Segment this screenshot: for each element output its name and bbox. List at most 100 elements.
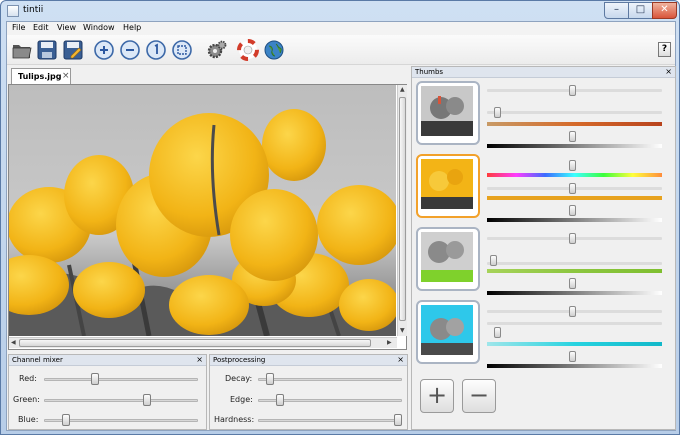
editor-area: Tulips.jpg × ▲ ▼ ◀ ▶: [7, 66, 408, 354]
hardness-slider-handle[interactable]: [394, 414, 402, 426]
hue-band-1: [487, 122, 662, 126]
zoom-fit-icon[interactable]: [171, 39, 193, 61]
vertical-scroll-thumb[interactable]: [399, 97, 406, 321]
open-icon[interactable]: [11, 39, 33, 61]
thumb-item-1[interactable]: [416, 81, 480, 145]
gain-band-2: [487, 218, 662, 222]
channel-mixer-close-icon[interactable]: ×: [196, 355, 203, 364]
minimize-button[interactable]: –: [604, 2, 629, 19]
whats-this-button[interactable]: ?: [658, 42, 671, 57]
hue-band-3: [487, 269, 662, 273]
hue-handle-3[interactable]: [569, 233, 577, 244]
thumbs-close-icon[interactable]: ×: [665, 67, 672, 76]
red-slider[interactable]: [44, 378, 198, 381]
range-slider-4[interactable]: [487, 322, 662, 325]
decay-slider[interactable]: [258, 378, 402, 381]
decay-slider-handle[interactable]: [266, 373, 275, 385]
scroll-down-icon[interactable]: ▼: [400, 327, 405, 334]
menu-edit[interactable]: Edit: [33, 23, 49, 32]
range-slider-3[interactable]: [487, 262, 662, 265]
zoom-in-icon[interactable]: [93, 39, 115, 61]
thumbs-panel: Thumbs × + −: [411, 66, 676, 430]
app-window: tintii – □ ✕ File Edit View Window Help: [0, 0, 680, 435]
hue-band-2: [487, 173, 662, 177]
green-label: Green:: [13, 395, 40, 404]
red-label: Red:: [19, 374, 37, 383]
save-icon[interactable]: [36, 39, 58, 61]
maximize-button[interactable]: □: [628, 2, 653, 19]
range-handle-4[interactable]: [493, 327, 501, 338]
gain-band-1: [487, 144, 662, 148]
horizontal-scroll-thumb[interactable]: [19, 339, 371, 347]
help-lifebuoy-icon[interactable]: [237, 39, 259, 61]
postprocessing-title: Postprocessing: [213, 356, 266, 364]
hue-handle-4[interactable]: [569, 306, 577, 317]
menu-file[interactable]: File: [12, 23, 25, 32]
postprocessing-close-icon[interactable]: ×: [397, 355, 404, 364]
blue-label: Blue:: [18, 415, 39, 424]
hue-handle-2[interactable]: [569, 160, 577, 171]
range-slider-1[interactable]: [487, 111, 662, 114]
thumbs-title: Thumbs: [415, 68, 444, 76]
range-handle-2[interactable]: [569, 183, 577, 194]
scroll-right-icon[interactable]: ▶: [387, 339, 392, 346]
gain-handle-3[interactable]: [569, 278, 577, 289]
decay-label: Decay:: [225, 374, 253, 383]
thumb-preview: [421, 86, 473, 136]
green-slider-handle[interactable]: [143, 394, 152, 406]
thumb-item-2[interactable]: [416, 154, 480, 218]
channel-mixer-panel: Channel mixer × Red: Green: Blue:: [8, 354, 207, 430]
tulips-image: [9, 85, 396, 336]
channel-mixer-title: Channel mixer: [12, 356, 63, 364]
channel-mixer-title-bar: Channel mixer ×: [9, 355, 206, 366]
menu-view[interactable]: View: [57, 23, 76, 32]
hardness-slider[interactable]: [258, 419, 402, 422]
scroll-left-icon[interactable]: ◀: [11, 339, 16, 346]
postprocessing-panel: Postprocessing × Decay: Edge: Hardness:: [209, 354, 408, 430]
menu-bar: File Edit View Window Help: [7, 22, 675, 35]
thumb-preview: [421, 305, 473, 355]
thumb-item-4[interactable]: [416, 300, 480, 364]
blue-slider-handle[interactable]: [61, 414, 70, 426]
horizontal-scrollbar[interactable]: ◀ ▶: [9, 337, 397, 348]
scroll-up-icon[interactable]: ▲: [400, 86, 405, 93]
gain-handle-2[interactable]: [569, 205, 577, 216]
range-handle-3[interactable]: [490, 255, 498, 266]
edge-slider-handle[interactable]: [275, 394, 284, 406]
thumb-preview: [421, 159, 473, 209]
window-title: tintii: [23, 5, 44, 15]
web-globe-icon[interactable]: [263, 39, 285, 61]
gain-band-3: [487, 291, 662, 295]
zoom-out-icon[interactable]: [119, 39, 141, 61]
zoom-1to1-icon[interactable]: [145, 39, 167, 61]
red-slider-handle[interactable]: [90, 373, 99, 385]
gain-handle-1[interactable]: [569, 131, 577, 142]
range-band-2: [487, 196, 662, 200]
settings-icon[interactable]: [206, 39, 228, 61]
client-area: File Edit View Window Help ? Tulips.jpg …: [6, 21, 676, 431]
add-thumb-button[interactable]: +: [420, 379, 454, 413]
tab-label: Tulips.jpg: [18, 72, 62, 81]
hue-handle-1[interactable]: [569, 85, 577, 96]
vertical-scrollbar[interactable]: ▲ ▼: [397, 85, 407, 336]
edge-label: Edge:: [230, 395, 253, 404]
remove-thumb-button[interactable]: −: [462, 379, 496, 413]
save-as-icon[interactable]: [62, 39, 84, 61]
tab-close-icon[interactable]: ×: [62, 71, 70, 81]
thumbs-title-bar: Thumbs ×: [412, 67, 675, 78]
thumb-item-3[interactable]: [416, 227, 480, 291]
tab-tulips[interactable]: Tulips.jpg ×: [11, 68, 71, 84]
title-bar: tintii – □ ✕: [1, 1, 679, 21]
thumb-preview: [421, 232, 473, 282]
menu-help[interactable]: Help: [123, 23, 141, 32]
postprocessing-title-bar: Postprocessing ×: [210, 355, 407, 366]
gain-handle-4[interactable]: [569, 351, 577, 362]
app-icon: [7, 5, 19, 17]
menu-window[interactable]: Window: [83, 23, 115, 32]
range-handle-1[interactable]: [493, 107, 501, 118]
toolbar: ?: [7, 35, 675, 65]
close-window-button[interactable]: ✕: [652, 2, 677, 19]
green-slider[interactable]: [44, 399, 198, 402]
image-view[interactable]: ▲ ▼ ◀ ▶: [8, 84, 407, 350]
hue-band-4: [487, 342, 662, 346]
